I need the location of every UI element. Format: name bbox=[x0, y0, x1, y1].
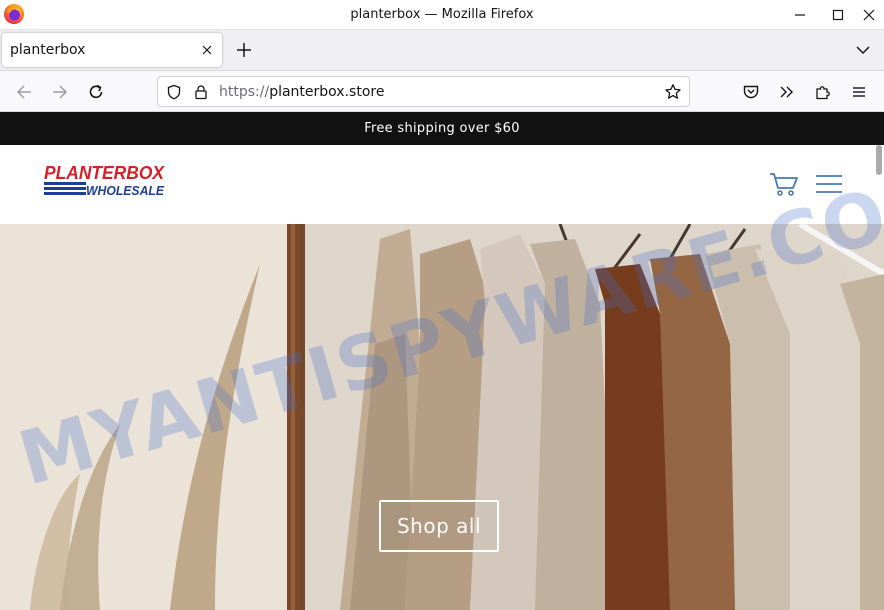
reload-button[interactable] bbox=[85, 81, 107, 103]
new-tab-icon[interactable] bbox=[234, 40, 254, 60]
url-text[interactable]: https://planterbox.store bbox=[219, 84, 384, 100]
forward-button[interactable] bbox=[49, 81, 71, 103]
address-bar[interactable]: https://planterbox.store bbox=[157, 76, 690, 107]
hero-banner: Shop all bbox=[0, 224, 884, 610]
url-host: planterbox.store bbox=[269, 84, 385, 100]
planterbox-logo[interactable]: PLANTERBOX WHOLESALE bbox=[43, 162, 167, 198]
cart-icon[interactable] bbox=[769, 171, 799, 197]
pocket-icon bbox=[743, 85, 759, 99]
shop-all-button[interactable]: Shop all bbox=[379, 500, 499, 552]
tab-close-icon[interactable] bbox=[200, 43, 214, 57]
hero-image bbox=[0, 224, 884, 610]
close-icon bbox=[863, 9, 875, 21]
window-title: planterbox — Mozilla Firefox bbox=[350, 7, 534, 22]
navigation-toolbar: https://planterbox.store bbox=[0, 70, 884, 112]
close-window-button[interactable] bbox=[852, 0, 884, 30]
double-chevron-icon bbox=[780, 86, 793, 98]
pocket-button[interactable] bbox=[740, 81, 762, 103]
hamburger-menu-icon bbox=[853, 87, 865, 97]
tracking-protection-shield-icon[interactable] bbox=[166, 84, 182, 100]
page-viewport: Free shipping over $60 PLANTERBOX WHOLES… bbox=[0, 112, 884, 610]
menu-icon[interactable] bbox=[815, 173, 843, 195]
extensions-button[interactable] bbox=[812, 81, 834, 103]
window-titlebar: planterbox — Mozilla Firefox bbox=[0, 0, 884, 30]
back-button[interactable] bbox=[13, 81, 35, 103]
back-arrow-icon bbox=[16, 85, 31, 99]
tab-planterbox[interactable]: planterbox bbox=[2, 33, 222, 67]
maximize-icon bbox=[832, 9, 844, 21]
svg-text:WHOLESALE: WHOLESALE bbox=[86, 183, 164, 198]
lock-icon[interactable] bbox=[193, 84, 209, 100]
minimize-button[interactable] bbox=[783, 0, 817, 30]
tab-strip: planterbox bbox=[0, 30, 884, 70]
bookmark-star-icon[interactable] bbox=[664, 83, 682, 101]
announcement-bar: Free shipping over $60 bbox=[0, 112, 884, 145]
svg-text:PLANTERBOX: PLANTERBOX bbox=[44, 163, 165, 183]
list-all-tabs-icon[interactable] bbox=[853, 40, 873, 60]
reload-icon bbox=[89, 84, 103, 99]
forward-arrow-icon bbox=[53, 85, 68, 99]
tab-title: planterbox bbox=[10, 42, 86, 58]
site-header: PLANTERBOX WHOLESALE bbox=[0, 145, 884, 224]
app-menu-button[interactable] bbox=[848, 81, 870, 103]
minimize-icon bbox=[795, 14, 805, 16]
maximize-button[interactable] bbox=[821, 0, 855, 30]
page-scrollbar[interactable] bbox=[876, 145, 882, 175]
puzzle-piece-icon bbox=[816, 86, 830, 100]
overflow-menu-button[interactable] bbox=[776, 81, 798, 103]
url-scheme: https:// bbox=[219, 84, 270, 100]
